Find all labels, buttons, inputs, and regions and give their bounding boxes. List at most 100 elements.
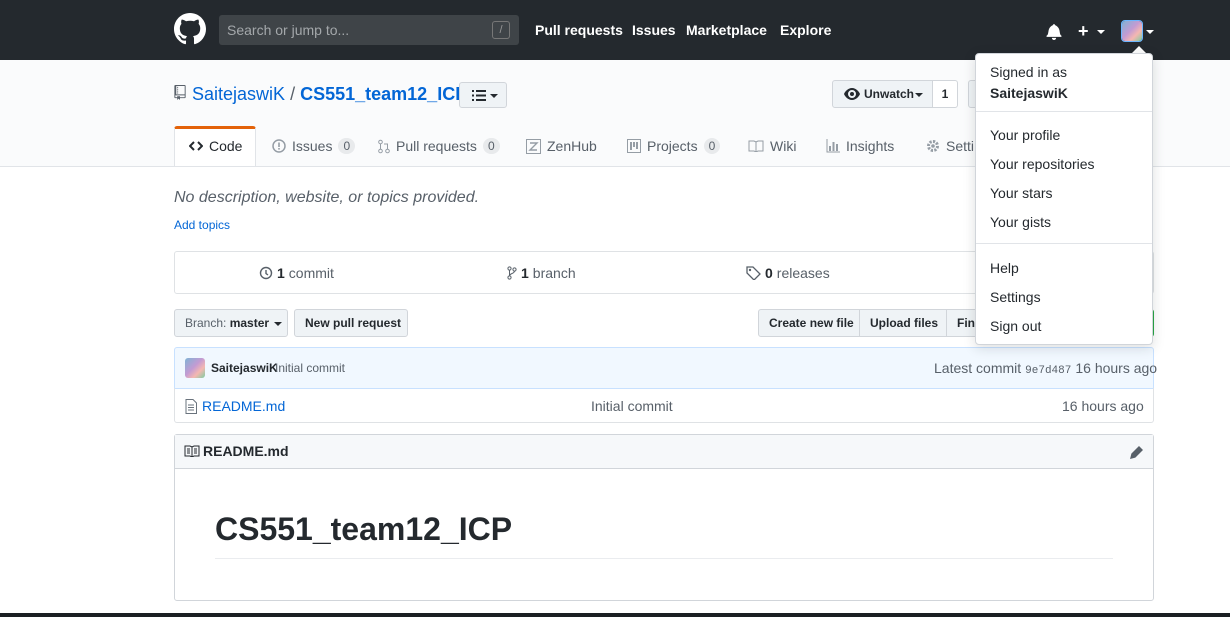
- menu-your-gists[interactable]: Your gists: [990, 214, 1051, 230]
- tab-label: Wiki: [770, 138, 797, 154]
- tab-settings[interactable]: Setti: [926, 138, 974, 154]
- tab-projects[interactable]: Projects 0: [627, 138, 721, 154]
- zenhub-icon: [526, 138, 541, 154]
- chevron-down-icon: [1097, 30, 1105, 34]
- commits-count: 1: [277, 265, 285, 281]
- avatar[interactable]: [1121, 20, 1143, 42]
- tab-label: Insights: [846, 138, 895, 154]
- code-icon: [189, 141, 203, 151]
- dropdown-divider: [976, 111, 1152, 112]
- nav-marketplace[interactable]: Marketplace: [686, 22, 767, 38]
- repo-title: SaitejaswiK / CS551_team12_ICP: [192, 84, 467, 105]
- book-icon: [184, 445, 200, 457]
- releases-link[interactable]: 0 releases: [746, 265, 830, 281]
- branch-select-button[interactable]: Branch: master: [174, 309, 288, 337]
- list-icon: [472, 90, 486, 101]
- pull-requests-counter: 0: [482, 138, 500, 154]
- tab-zenhub[interactable]: ZenHub: [526, 138, 597, 154]
- chevron-down-icon: [915, 93, 923, 97]
- branches-label: branch: [532, 265, 576, 281]
- commit-sha-link[interactable]: 9e7d487: [1025, 365, 1071, 377]
- tab-label: ZenHub: [547, 138, 597, 154]
- tab-issues[interactable]: Issues 0: [272, 138, 356, 154]
- tab-label: Projects: [647, 138, 698, 154]
- menu-help[interactable]: Help: [990, 260, 1019, 276]
- branch-prefix: Branch:: [185, 316, 227, 330]
- tag-icon: [746, 266, 761, 280]
- tab-label: Code: [209, 138, 243, 154]
- commit-time: 16 hours ago: [1075, 360, 1158, 376]
- readme-divider: [215, 558, 1113, 559]
- file-icon: [185, 399, 197, 414]
- releases-label: releases: [776, 265, 830, 281]
- branch-name: master: [229, 316, 270, 330]
- menu-settings[interactable]: Settings: [990, 289, 1041, 305]
- branches-link[interactable]: 1 branch: [507, 265, 576, 281]
- unwatch-label: Unwatch: [864, 87, 915, 101]
- latest-commit-label: Latest commit: [934, 360, 1022, 376]
- commits-link[interactable]: 1 commit: [258, 265, 334, 281]
- zenhub-menu-button[interactable]: [459, 82, 507, 108]
- repo-name-link[interactable]: CS551_team12_ICP: [300, 84, 467, 104]
- readme-heading: CS551_team12_ICP: [215, 511, 513, 547]
- pencil-icon[interactable]: [1130, 445, 1144, 459]
- chevron-down-icon: [1146, 30, 1154, 34]
- pull-request-icon: [378, 139, 390, 153]
- file-commit-message[interactable]: Initial commit: [591, 398, 673, 414]
- create-new-button[interactable]: +: [1078, 22, 1089, 40]
- search-box[interactable]: /: [219, 15, 519, 45]
- releases-count: 0: [765, 265, 773, 281]
- unwatch-button[interactable]: Unwatch: [832, 80, 933, 108]
- signed-in-username: SaitejaswiK: [990, 85, 1068, 101]
- menu-your-repositories[interactable]: Your repositories: [990, 156, 1095, 172]
- create-new-file-button[interactable]: Create new file: [758, 309, 860, 337]
- avatar[interactable]: [185, 358, 205, 378]
- watch-count[interactable]: 1: [932, 80, 958, 108]
- repo-description: No description, website, or topics provi…: [174, 189, 480, 206]
- commit-author[interactable]: SaitejaswiK: [211, 361, 278, 375]
- dropdown-divider: [976, 243, 1152, 244]
- gear-icon: [927, 140, 939, 152]
- issue-icon: [272, 139, 286, 153]
- readme-filename: README.md: [203, 443, 289, 459]
- book-icon: [748, 140, 764, 152]
- new-pull-request-button[interactable]: New pull request: [294, 309, 408, 337]
- tab-label: Setti: [946, 138, 975, 154]
- repo-separator: /: [290, 84, 296, 104]
- branch-icon: [507, 266, 517, 280]
- nav-pull-requests[interactable]: Pull requests: [535, 22, 623, 38]
- repo-owner-link[interactable]: SaitejaswiK: [192, 84, 285, 104]
- project-icon: [627, 139, 641, 153]
- search-input[interactable]: [219, 15, 479, 45]
- tab-wiki[interactable]: Wiki: [748, 138, 796, 154]
- history-icon: [259, 266, 273, 280]
- bell-icon[interactable]: [1046, 23, 1062, 40]
- eye-icon: [844, 88, 860, 100]
- nav-explore[interactable]: Explore: [780, 22, 831, 38]
- tab-code[interactable]: Code: [189, 138, 242, 154]
- window-bottom-edge: [0, 613, 1230, 617]
- issues-counter: 0: [338, 138, 356, 154]
- graph-icon: [826, 139, 840, 153]
- tab-label: Pull requests: [396, 138, 477, 154]
- latest-commit-info: Latest commit 9e7d487 16 hours ago: [934, 360, 1157, 377]
- commits-label: commit: [288, 265, 334, 281]
- repo-icon: [174, 85, 186, 100]
- menu-your-profile[interactable]: Your profile: [990, 127, 1060, 143]
- search-shortcut-key: /: [492, 21, 510, 39]
- tab-insights[interactable]: Insights: [826, 138, 894, 154]
- upload-files-button[interactable]: Upload files: [859, 309, 947, 337]
- github-logo-icon[interactable]: [174, 13, 206, 45]
- projects-counter: 0: [703, 138, 721, 154]
- branches-count: 1: [521, 265, 529, 281]
- tab-pull-requests[interactable]: Pull requests 0: [378, 138, 500, 154]
- tab-label: Issues: [292, 138, 333, 154]
- commit-message[interactable]: Initial commit: [275, 361, 345, 375]
- menu-sign-out[interactable]: Sign out: [990, 318, 1041, 334]
- dropdown-arrow: [1132, 46, 1146, 53]
- nav-issues[interactable]: Issues: [632, 22, 676, 38]
- signed-in-label: Signed in as: [990, 64, 1068, 80]
- add-topics-link[interactable]: Add topics: [174, 218, 230, 232]
- file-name-link[interactable]: README.md: [202, 398, 285, 414]
- menu-your-stars[interactable]: Your stars: [990, 185, 1053, 201]
